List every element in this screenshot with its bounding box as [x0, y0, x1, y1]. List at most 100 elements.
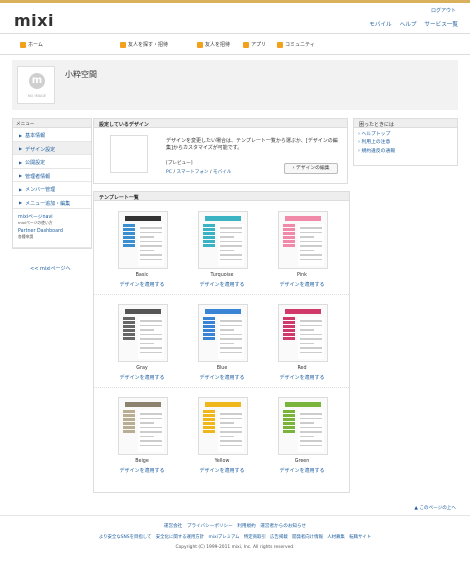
nav-apps-label: アプリ: [251, 42, 267, 48]
nav-find-friends-label: 友人を探す・招待: [128, 42, 169, 48]
menu-item-basic-info[interactable]: ▶ 基本情報: [13, 128, 91, 142]
profile-header: m NO IMAGE 小粋空間: [12, 60, 458, 110]
menu-item-admin-info[interactable]: ▶ 管理者情報: [13, 169, 91, 182]
footer-links-secondary[interactable]: より安全なSNSを目指して 安全化に関する運用方針 mixiプレミアム 特定商取…: [0, 534, 470, 540]
template-thumbnail[interactable]: [278, 304, 328, 362]
page-top-link[interactable]: ▲ このページの上へ: [414, 505, 456, 511]
apply-design-link[interactable]: デザインを適用する: [262, 281, 342, 288]
service-list-link[interactable]: サービス一覧: [424, 20, 458, 28]
template-thumbnail[interactable]: [198, 211, 248, 269]
page-title: 小粋空間: [65, 70, 97, 79]
triangle-icon: ▶: [19, 200, 23, 205]
logout-link[interactable]: ログアウト: [431, 7, 456, 14]
template-item: Red デザインを適用する: [262, 296, 342, 388]
mixi-page-navi-link[interactable]: mixiページnavi: [18, 213, 86, 220]
preview-links: PC / スマートフォン / モバイル: [166, 169, 231, 175]
menu-item-design[interactable]: ▶ デザイン設定: [13, 141, 91, 155]
nav-community[interactable]: コミュニティ: [277, 41, 315, 48]
help-heading: 困ったときには: [354, 119, 457, 128]
menu-item-label: 基本情報: [25, 133, 46, 139]
menu-item-label: メニュー追加・編集: [25, 200, 71, 207]
avatar[interactable]: m NO IMAGE: [17, 66, 55, 104]
menu-item-members[interactable]: ▶ メンバー管理: [13, 182, 91, 196]
footer: 運営会社 プライバシーポリシー 利用規約 運営者からのお知らせ より安全なSNS…: [0, 515, 470, 562]
preview-pc-link[interactable]: PC: [166, 170, 172, 175]
nav-home[interactable]: ホーム: [20, 41, 43, 48]
template-item: Turquoise デザインを適用する: [182, 203, 262, 295]
template-thumbnail[interactable]: [198, 304, 248, 362]
footer-links-primary[interactable]: 運営会社 プライバシーポリシー 利用規約 運営者からのお知らせ: [0, 523, 470, 529]
help-link[interactable]: ヘルプ: [400, 20, 417, 28]
community-icon: [277, 41, 283, 48]
template-item: Green デザインを適用する: [262, 389, 342, 481]
copyright: Copyright (C) 1999-2011 mixi, Inc. All r…: [175, 545, 295, 550]
apply-design-link[interactable]: デザインを適用する: [182, 374, 262, 381]
apply-design-link[interactable]: デザインを適用する: [262, 374, 342, 381]
search-icon: [120, 41, 126, 48]
triangle-icon: ▶: [19, 173, 23, 178]
menu-item-menu-edit[interactable]: ▶ メニュー追加・編集: [13, 196, 91, 209]
preview-separator: /: [173, 170, 176, 175]
template-item: Basic デザインを適用する: [102, 203, 182, 295]
preview-mobile-link[interactable]: モバイル: [213, 170, 231, 175]
template-thumbnail[interactable]: [118, 397, 168, 455]
template-name: Green: [294, 459, 310, 464]
apply-design-link[interactable]: デザインを適用する: [102, 467, 182, 474]
template-name: Turquoise: [210, 273, 234, 278]
menu-item-publish[interactable]: ▶ 公開設定: [13, 155, 91, 169]
apply-design-link[interactable]: デザインを適用する: [182, 467, 262, 474]
template-item: Blue デザインを適用する: [182, 296, 262, 388]
template-thumbnail[interactable]: [118, 211, 168, 269]
usage-notes-link[interactable]: 利用上の注意: [354, 137, 457, 145]
template-name: Gray: [136, 366, 148, 371]
mixi-page-navi-desc: mixiページの使い方: [18, 220, 53, 225]
mobile-link[interactable]: モバイル: [369, 20, 391, 28]
template-name: Basic: [135, 273, 149, 278]
apps-icon: [243, 41, 249, 48]
template-name: Red: [297, 366, 307, 371]
current-design-heading: 設定しているデザイン: [94, 119, 347, 128]
apply-design-link[interactable]: デザインを適用する: [102, 281, 182, 288]
nav-apps[interactable]: アプリ: [243, 41, 266, 48]
nav-invite-label: 友人を招待: [205, 42, 231, 48]
design-description: デザインを変更したい場合は、テンプレート一覧から選ぶか、[デザインの編集]からカ…: [166, 138, 338, 151]
template-row: Basic デザインを適用する Turquoise デザインを適用する Pink デザイン…: [94, 203, 349, 295]
menu-item-label: 管理者情報: [25, 173, 51, 180]
help-top-link[interactable]: ヘルプトップ: [354, 128, 457, 137]
apply-design-link[interactable]: デザインを適用する: [262, 467, 342, 474]
template-item: Gray デザインを適用する: [102, 296, 182, 388]
no-image-label: NO IMAGE: [27, 94, 47, 98]
template-list-panel: テンプレート一覧 Basic デザインを適用する Turquoise デザインを適用す…: [93, 191, 350, 493]
template-row: Beige デザインを適用する Yellow デザインを適用する Green デザインを適…: [94, 389, 349, 481]
help-panel: 困ったときには ヘルプトップ 利用上の注意 規約違反の通報: [353, 118, 458, 166]
report-violation-link[interactable]: 規約違反の通報: [354, 145, 457, 154]
triangle-icon: ▶: [19, 159, 23, 165]
triangle-icon: ▶: [19, 146, 23, 151]
template-name: Beige: [135, 459, 149, 464]
back-to-mixi-page-link[interactable]: << mixiページへ: [30, 265, 70, 272]
template-thumbnail[interactable]: [118, 304, 168, 362]
nav-invite[interactable]: 友人を招待: [197, 41, 230, 48]
apply-design-link[interactable]: デザインを適用する: [182, 281, 262, 288]
template-thumbnail[interactable]: [278, 211, 328, 269]
template-item: Yellow デザインを適用する: [182, 389, 262, 481]
preview-smartphone-link[interactable]: スマートフォン: [176, 170, 208, 175]
template-name: Blue: [216, 366, 228, 371]
current-design-panel: 設定しているデザイン デザインを変更したい場合は、テンプレート一覧から選ぶか、[…: [93, 118, 348, 184]
edit-design-button[interactable]: › デザインの編集: [284, 163, 338, 174]
design-preview-thumbnail: [110, 135, 148, 173]
global-nav: ホーム 友人を探す・招待 友人を招待 アプリ コミュニティ: [0, 33, 470, 55]
template-thumbnail[interactable]: [198, 397, 248, 455]
mixi-logo[interactable]: mixi: [14, 11, 54, 30]
menu-heading: メニュー: [13, 119, 91, 128]
preview-label: [プレビュー]: [166, 161, 193, 166]
avatar-placeholder-icon: m: [29, 73, 45, 89]
nav-find-friends[interactable]: 友人を探す・招待: [120, 41, 168, 48]
home-icon: [20, 41, 26, 48]
template-thumbnail[interactable]: [278, 397, 328, 455]
partner-dashboard-desc: 各種申請: [18, 234, 34, 239]
header-links: モバイル ヘルプ サービス一覧: [369, 20, 458, 28]
menu-item-label: メンバー管理: [25, 187, 56, 193]
apply-design-link[interactable]: デザインを適用する: [102, 374, 182, 381]
triangle-icon: ▶: [19, 132, 23, 138]
